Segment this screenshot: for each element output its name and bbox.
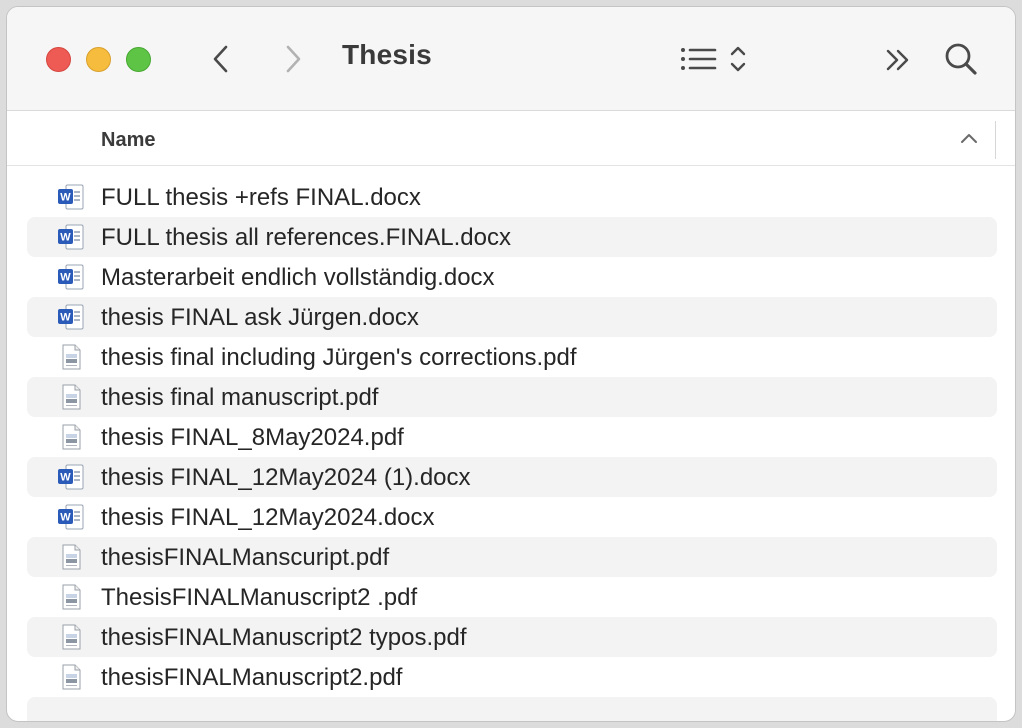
file-name: thesisFINALManscuript.pdf — [101, 544, 390, 571]
file-row[interactable]: thesisFINALManuscript2 typos.pdf — [27, 617, 997, 657]
file-name: thesisFINALManuscript2 typos.pdf — [101, 624, 467, 651]
pdf-document-icon — [57, 584, 85, 610]
close-button[interactable] — [46, 47, 71, 72]
pdf-document-icon — [57, 344, 85, 370]
toolbar: Thesis — [7, 7, 1015, 111]
pdf-document-icon — [57, 424, 85, 450]
file-name: Masterarbeit endlich vollständig.docx — [101, 264, 495, 291]
back-button[interactable] — [207, 43, 235, 75]
file-row[interactable]: Wthesis FINAL_12May2024.docx — [27, 497, 997, 537]
column-header-name[interactable]: Name — [101, 129, 155, 152]
file-list: W FULL thesis +refs FINAL.docx W FULL thesi… — [7, 177, 1015, 721]
finder-window: Thesis Name W FULL thesis +refs FINAL.do… — [6, 6, 1016, 722]
svg-text:W: W — [60, 192, 71, 204]
double-chevron-right-icon — [886, 49, 909, 71]
word-document-icon: W — [57, 184, 85, 210]
pdf-document-icon — [57, 544, 85, 570]
chevron-left-icon — [213, 45, 228, 73]
pdf-document-icon — [57, 384, 85, 410]
view-options-button[interactable] — [677, 43, 757, 75]
file-name: thesis FINAL_12May2024 (1).docx — [101, 464, 471, 491]
svg-text:W: W — [60, 312, 71, 324]
word-document-icon: W — [57, 304, 85, 330]
zoom-button[interactable] — [126, 47, 151, 72]
file-name: FULL thesis all references.FINAL.docx — [101, 224, 511, 251]
search-icon — [945, 43, 977, 75]
chevron-up-icon — [961, 134, 977, 143]
file-row[interactable]: thesis FINAL_8May2024.pdf — [27, 417, 997, 457]
file-row[interactable]: thesisFINALManuscript2.pdf — [27, 657, 997, 697]
file-name: thesis final manuscript.pdf — [101, 384, 379, 411]
file-name: ThesisFINALManuscript2 .pdf — [101, 584, 418, 611]
sort-button[interactable] — [959, 131, 979, 150]
word-document-icon: W — [57, 224, 85, 250]
window-title: Thesis — [342, 39, 432, 70]
search-button[interactable] — [943, 41, 979, 77]
file-row[interactable]: Wthesis FINAL_12May2024 (1).docx — [27, 457, 997, 497]
svg-text:W: W — [60, 512, 71, 524]
column-divider[interactable] — [995, 121, 996, 159]
list-header: Name — [7, 111, 1015, 166]
list-view-icon — [681, 46, 746, 72]
chevron-right-icon — [286, 45, 301, 73]
file-name: thesis FINAL_8May2024.pdf — [101, 424, 404, 451]
svg-text:W: W — [60, 472, 71, 484]
file-name: thesis FINAL_12May2024.docx — [101, 504, 435, 531]
word-document-icon: W — [57, 504, 85, 530]
minimize-button[interactable] — [86, 47, 111, 72]
file-row[interactable]: W FULL thesis all references.FINAL.docx — [27, 217, 997, 257]
word-document-icon: W — [57, 264, 85, 290]
empty-row — [27, 697, 997, 721]
file-row[interactable]: thesisFINALManscuript.pdf — [27, 537, 997, 577]
file-row[interactable]: thesis final manuscript.pdf — [27, 377, 997, 417]
file-row[interactable]: ThesisFINALManuscript2 .pdf — [27, 577, 997, 617]
more-toolbar-button[interactable] — [883, 45, 915, 75]
file-row[interactable]: W Masterarbeit endlich vollständig.docx — [27, 257, 997, 297]
file-row[interactable]: thesis final including Jürgen's correcti… — [27, 337, 997, 377]
pdf-document-icon — [57, 664, 85, 690]
file-name: thesis final including Jürgen's correcti… — [101, 344, 577, 371]
forward-button[interactable] — [279, 43, 307, 75]
file-name: thesisFINALManuscript2.pdf — [101, 664, 403, 691]
pdf-document-icon — [57, 624, 85, 650]
file-row[interactable]: Wthesis FINAL ask Jürgen.docx — [27, 297, 997, 337]
file-name: FULL thesis +refs FINAL.docx — [101, 184, 421, 211]
file-name: thesis FINAL ask Jürgen.docx — [101, 304, 419, 331]
svg-text:W: W — [60, 232, 71, 244]
word-document-icon: W — [57, 464, 85, 490]
file-row[interactable]: W FULL thesis +refs FINAL.docx — [27, 177, 997, 217]
svg-text:W: W — [60, 272, 71, 284]
